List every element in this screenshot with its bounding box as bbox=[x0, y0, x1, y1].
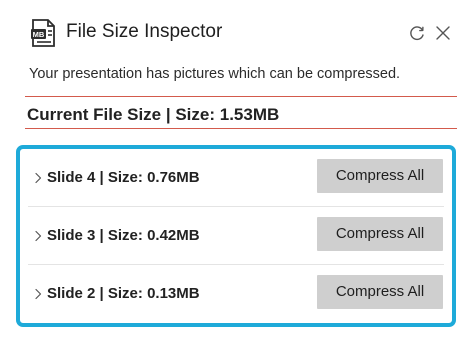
compress-all-button[interactable]: Compress All bbox=[317, 275, 443, 309]
compress-all-button[interactable]: Compress All bbox=[317, 217, 443, 251]
slide-row[interactable]: Slide 2 | Size: 0.13MB Compress All bbox=[20, 265, 452, 323]
close-icon[interactable] bbox=[433, 23, 453, 43]
divider-top bbox=[25, 96, 457, 97]
slide-row[interactable]: Slide 3 | Size: 0.42MB Compress All bbox=[20, 207, 452, 265]
mb-file-icon: MB bbox=[31, 19, 55, 47]
divider-bottom bbox=[25, 128, 457, 129]
compression-message: Your presentation has pictures which can… bbox=[29, 66, 401, 82]
slide-label: Slide 3 | Size: 0.42MB bbox=[47, 227, 200, 244]
slide-row[interactable]: Slide 4 | Size: 0.76MB Compress All bbox=[20, 149, 452, 207]
slide-label: Slide 4 | Size: 0.76MB bbox=[47, 169, 200, 186]
chevron-right-icon[interactable] bbox=[34, 172, 42, 184]
compress-all-button[interactable]: Compress All bbox=[317, 159, 443, 193]
app-title: File Size Inspector bbox=[66, 21, 223, 42]
current-file-size: Current File Size | Size: 1.53MB bbox=[27, 105, 280, 124]
svg-text:MB: MB bbox=[33, 30, 45, 39]
header: MB File Size Inspector bbox=[0, 0, 470, 62]
slide-label: Slide 2 | Size: 0.13MB bbox=[47, 285, 200, 302]
refresh-icon[interactable] bbox=[407, 23, 427, 43]
chevron-right-icon[interactable] bbox=[34, 288, 42, 300]
chevron-right-icon[interactable] bbox=[34, 230, 42, 242]
slides-panel: Slide 4 | Size: 0.76MB Compress All Slid… bbox=[16, 145, 456, 327]
